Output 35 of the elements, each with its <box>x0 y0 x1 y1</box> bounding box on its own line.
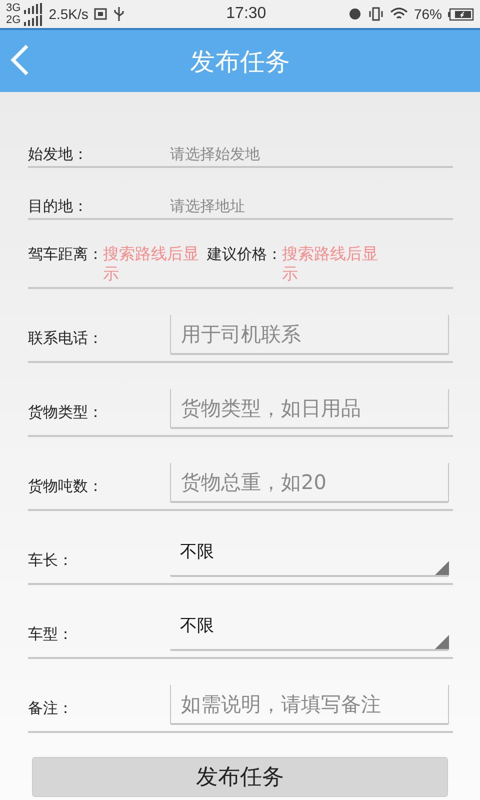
network-label: 2G <box>6 14 21 26</box>
dropdown[interactable]: 不限 <box>170 537 449 577</box>
submit-button[interactable]: 发布任务 <box>32 757 448 797</box>
field-label: 建议价格： <box>207 244 282 264</box>
field-label: 货物吨数： <box>28 476 104 496</box>
field-label: 货物类型： <box>28 402 104 422</box>
dropdown-triangle-icon <box>435 561 449 575</box>
network-speed: 2.5K/s <box>48 6 88 22</box>
input-field[interactable]: 货物总重，如20 <box>170 463 449 503</box>
signal-icon <box>22 2 43 14</box>
input-field[interactable]: 货物类型，如日用品 <box>170 389 449 429</box>
battery-percent: 76% <box>414 6 442 22</box>
field-label: 目的地： <box>28 197 89 217</box>
price-value: 搜索路线后显示 <box>282 244 379 284</box>
dropdown-triangle-icon <box>435 635 449 649</box>
field-label: 车型： <box>28 624 74 644</box>
field-label: 联系电话： <box>28 328 104 348</box>
back-icon[interactable] <box>10 44 30 76</box>
network-label: 3G <box>6 2 21 14</box>
usb-icon <box>114 7 124 21</box>
battery-icon <box>448 8 474 20</box>
field-label: 驾车距离： <box>28 244 103 264</box>
dropdown[interactable]: 不限 <box>170 611 449 651</box>
clock: 17:30 <box>225 5 266 23</box>
input-field[interactable]: 用于司机联系 <box>170 315 449 355</box>
page-title: 发布任务 <box>190 46 290 78</box>
field-label: 车长： <box>28 550 74 570</box>
wifi-icon <box>390 7 408 21</box>
distance-value: 搜索路线后显示 <box>103 244 200 284</box>
vibrate-icon <box>368 7 384 21</box>
field-label: 始发地： <box>28 145 89 165</box>
signal-icon <box>22 14 43 26</box>
field-label: 备注： <box>28 698 74 718</box>
input-field[interactable]: 如需说明，请填写备注 <box>170 685 449 725</box>
screenshot-icon <box>94 8 108 20</box>
